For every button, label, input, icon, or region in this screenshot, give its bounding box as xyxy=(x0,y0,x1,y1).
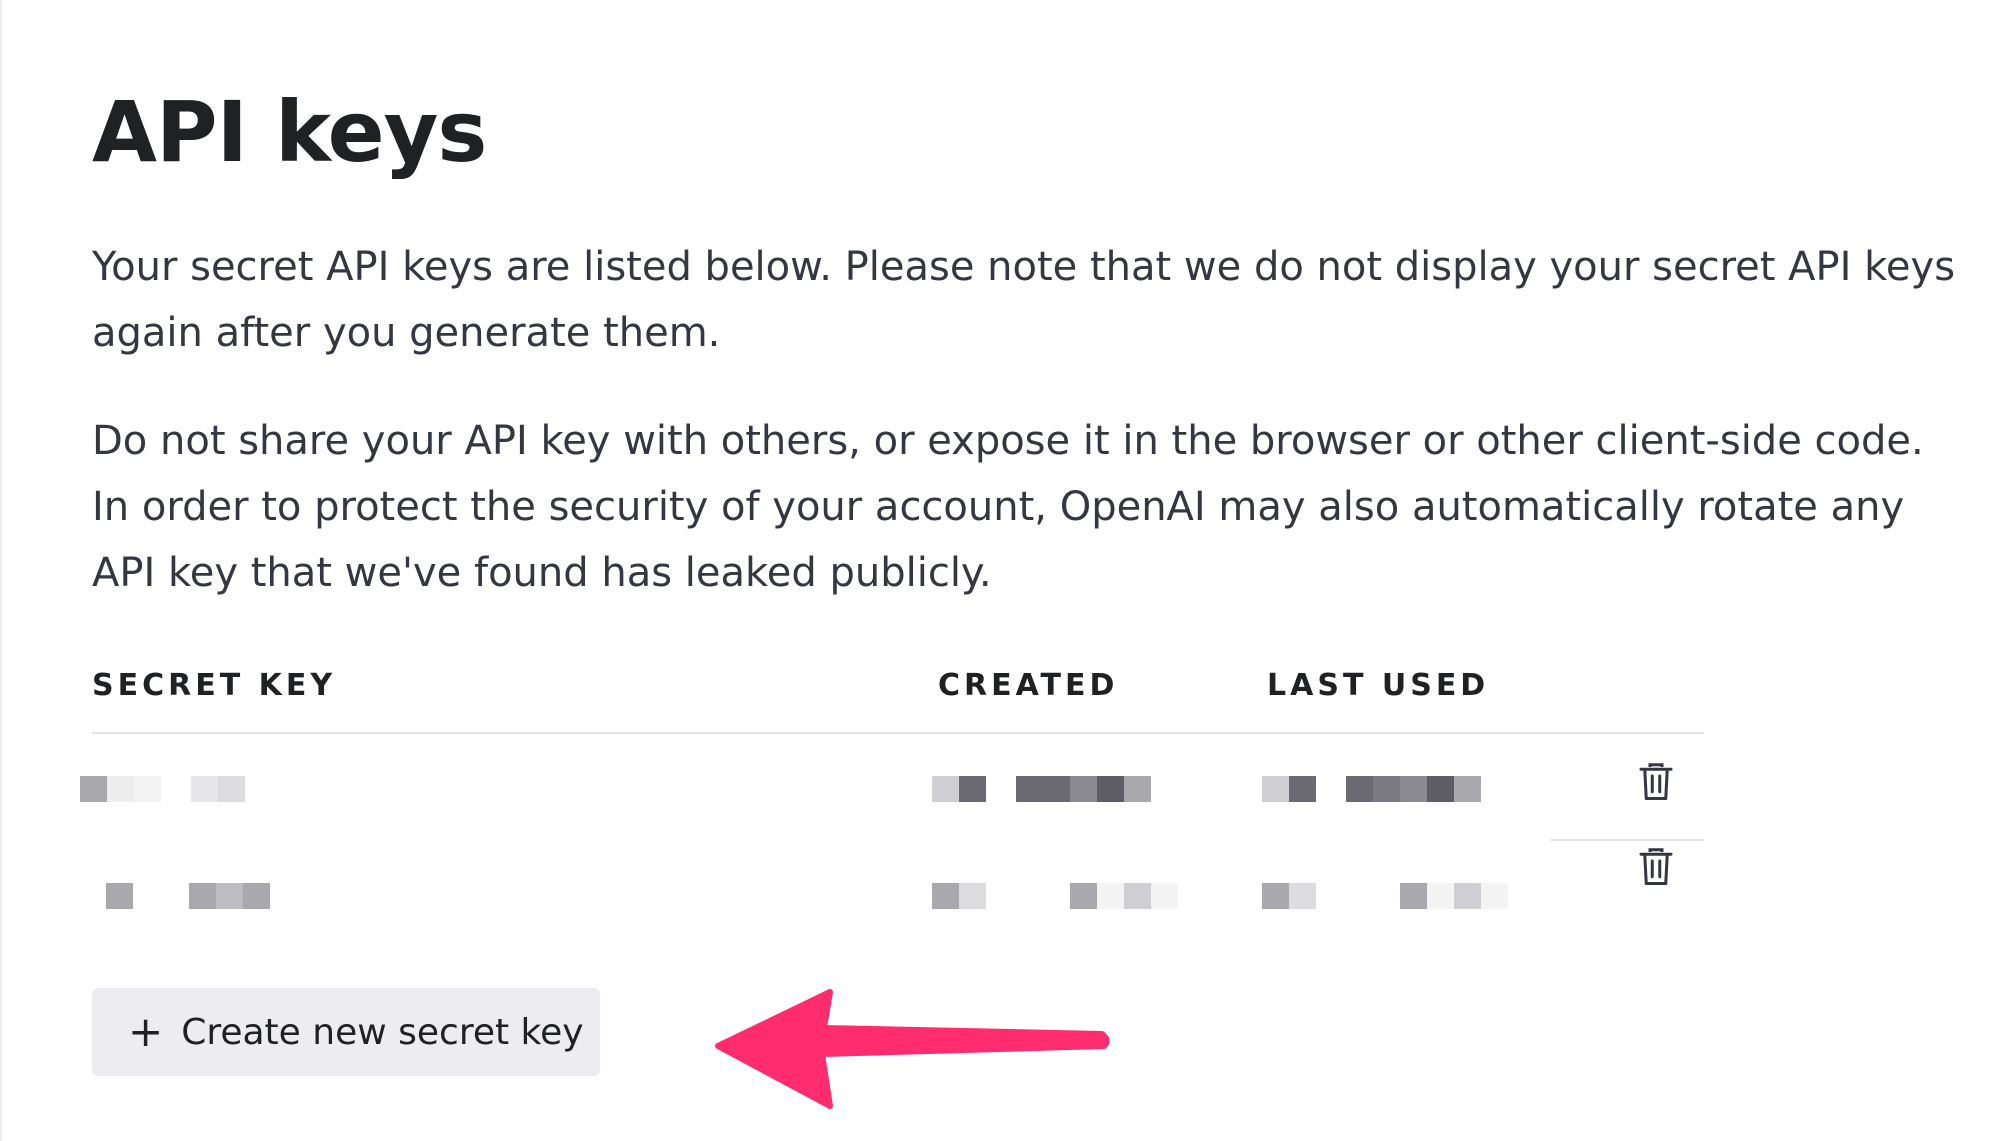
secret-key-redacted xyxy=(106,883,270,909)
page-title: API keys xyxy=(92,83,487,181)
created-date-redacted xyxy=(932,776,1151,802)
last-used-redacted xyxy=(1262,776,1481,802)
created-date-redacted xyxy=(932,883,1178,909)
description-warning: Do not share your API key with others, o… xyxy=(92,418,1924,596)
api-keys-table: SECRET KEY CREATED LAST USED xyxy=(80,660,1704,948)
create-button-label: Create new secret key xyxy=(181,1011,584,1053)
table-header: SECRET KEY CREATED LAST USED xyxy=(92,660,1704,734)
table-row xyxy=(92,841,1704,948)
column-header-last-used: LAST USED xyxy=(1267,668,1490,703)
trash-icon[interactable] xyxy=(1638,847,1674,887)
left-border xyxy=(0,0,2,1141)
plus-icon: + xyxy=(128,1007,164,1056)
pointer-arrow-annotation xyxy=(715,989,1110,1109)
trash-icon[interactable] xyxy=(1638,762,1674,802)
description-notice: Your secret API keys are listed below. P… xyxy=(92,244,1956,356)
table-row xyxy=(80,734,1704,841)
column-header-secret-key: SECRET KEY xyxy=(92,668,337,703)
create-new-secret-key-button[interactable]: + Create new secret key xyxy=(92,988,600,1076)
last-used-redacted xyxy=(1262,883,1508,909)
secret-key-redacted xyxy=(80,776,245,802)
column-header-created: CREATED xyxy=(938,668,1119,703)
